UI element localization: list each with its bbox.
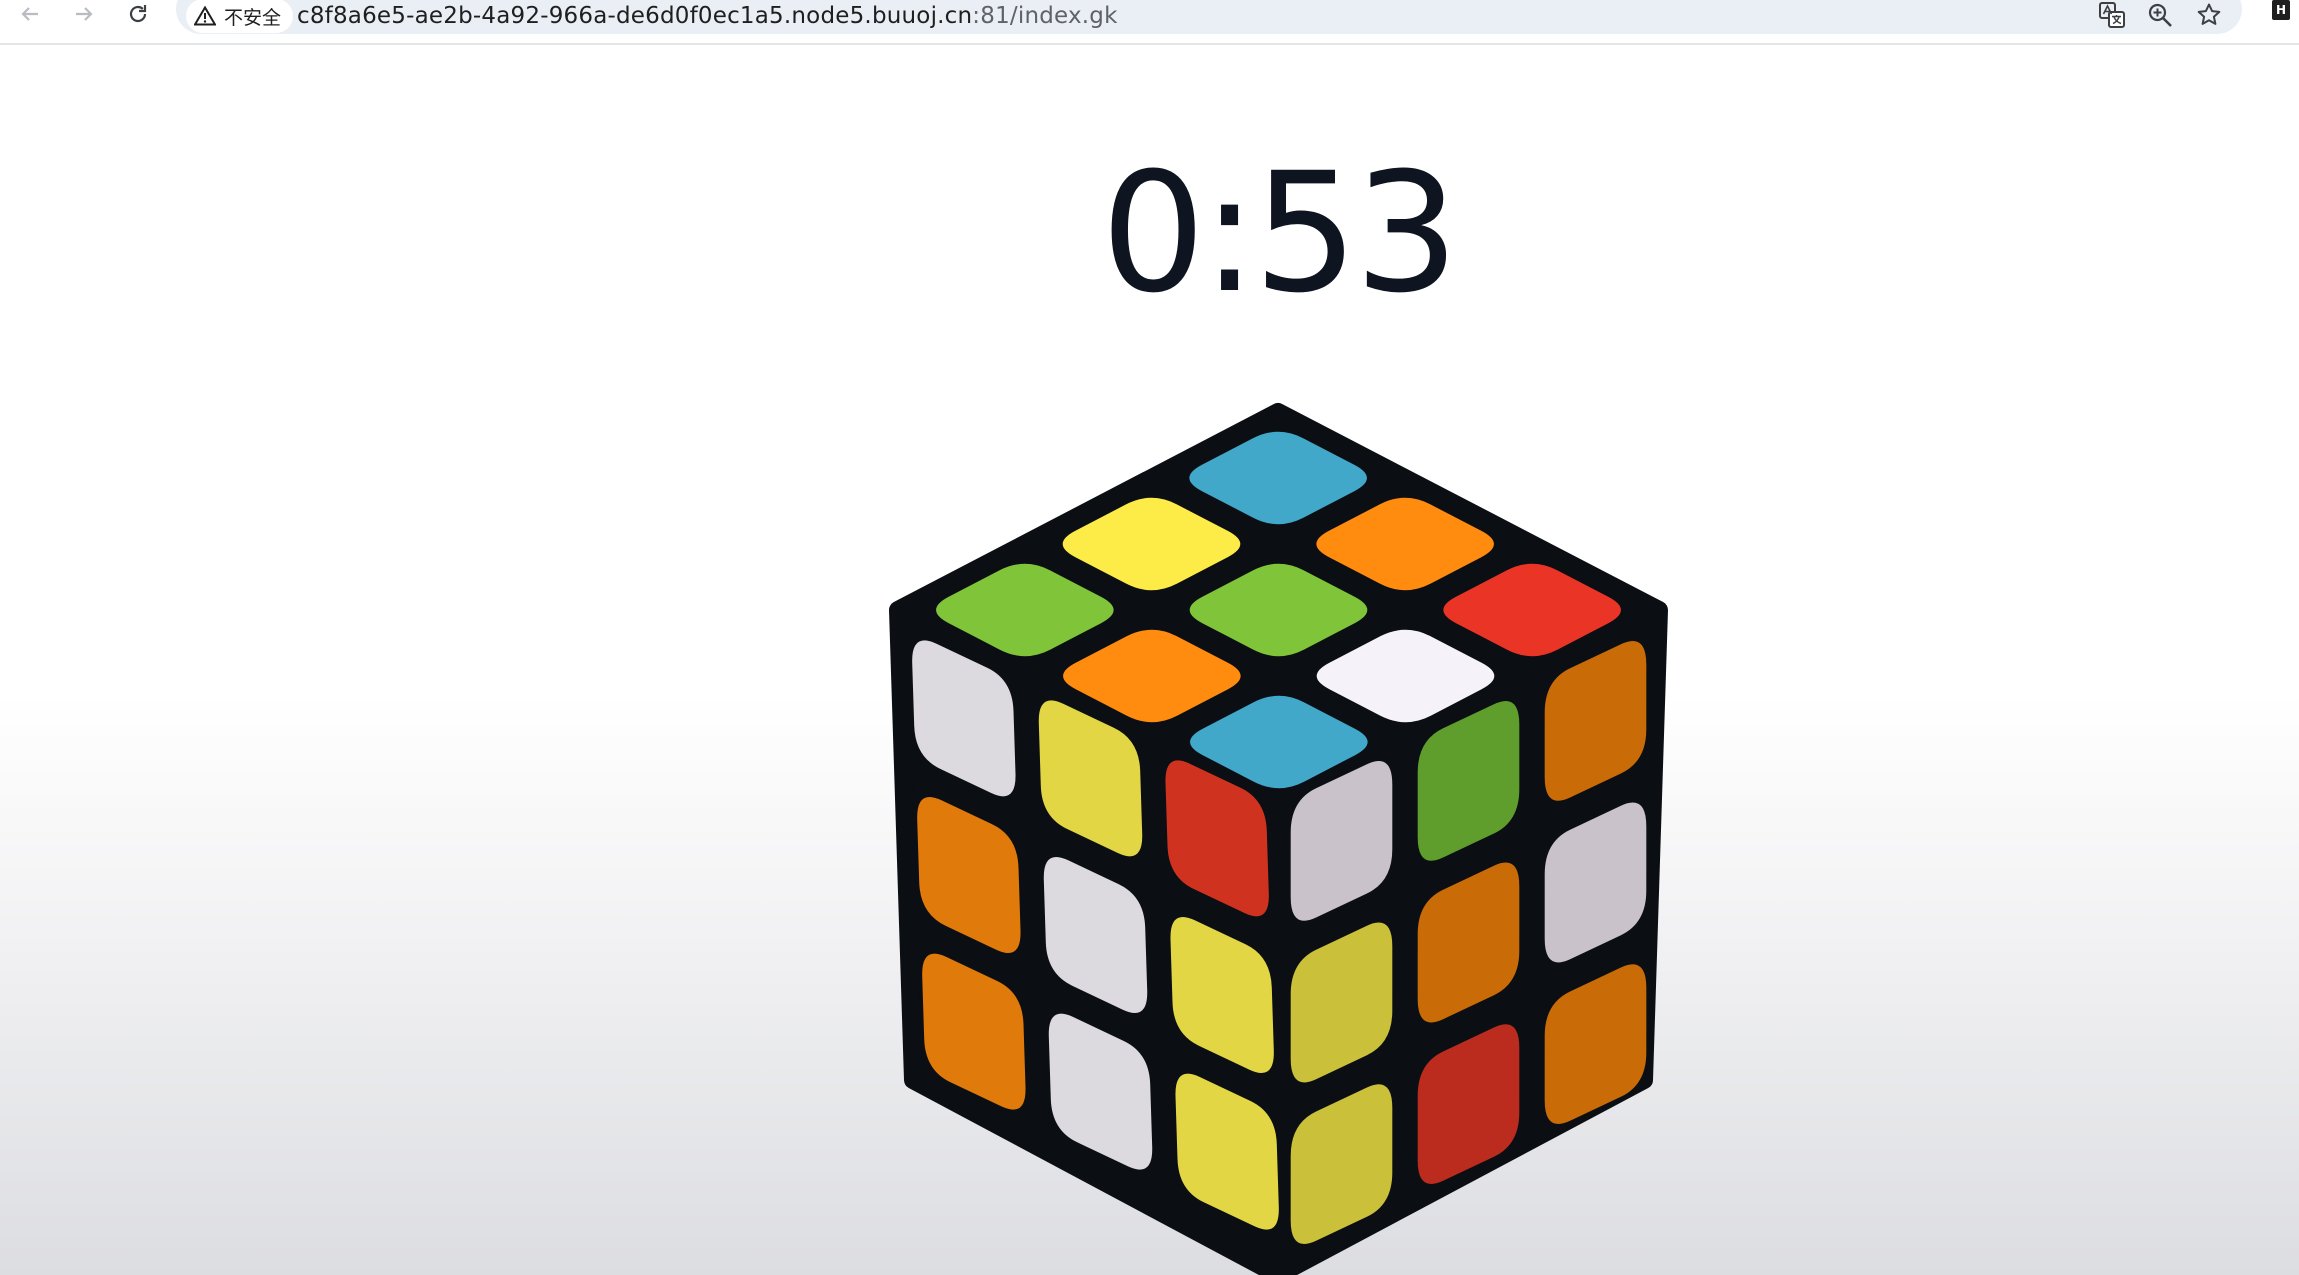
rubiks-cube[interactable]	[0, 0, 2299, 1275]
cube-svg	[889, 403, 1668, 1275]
